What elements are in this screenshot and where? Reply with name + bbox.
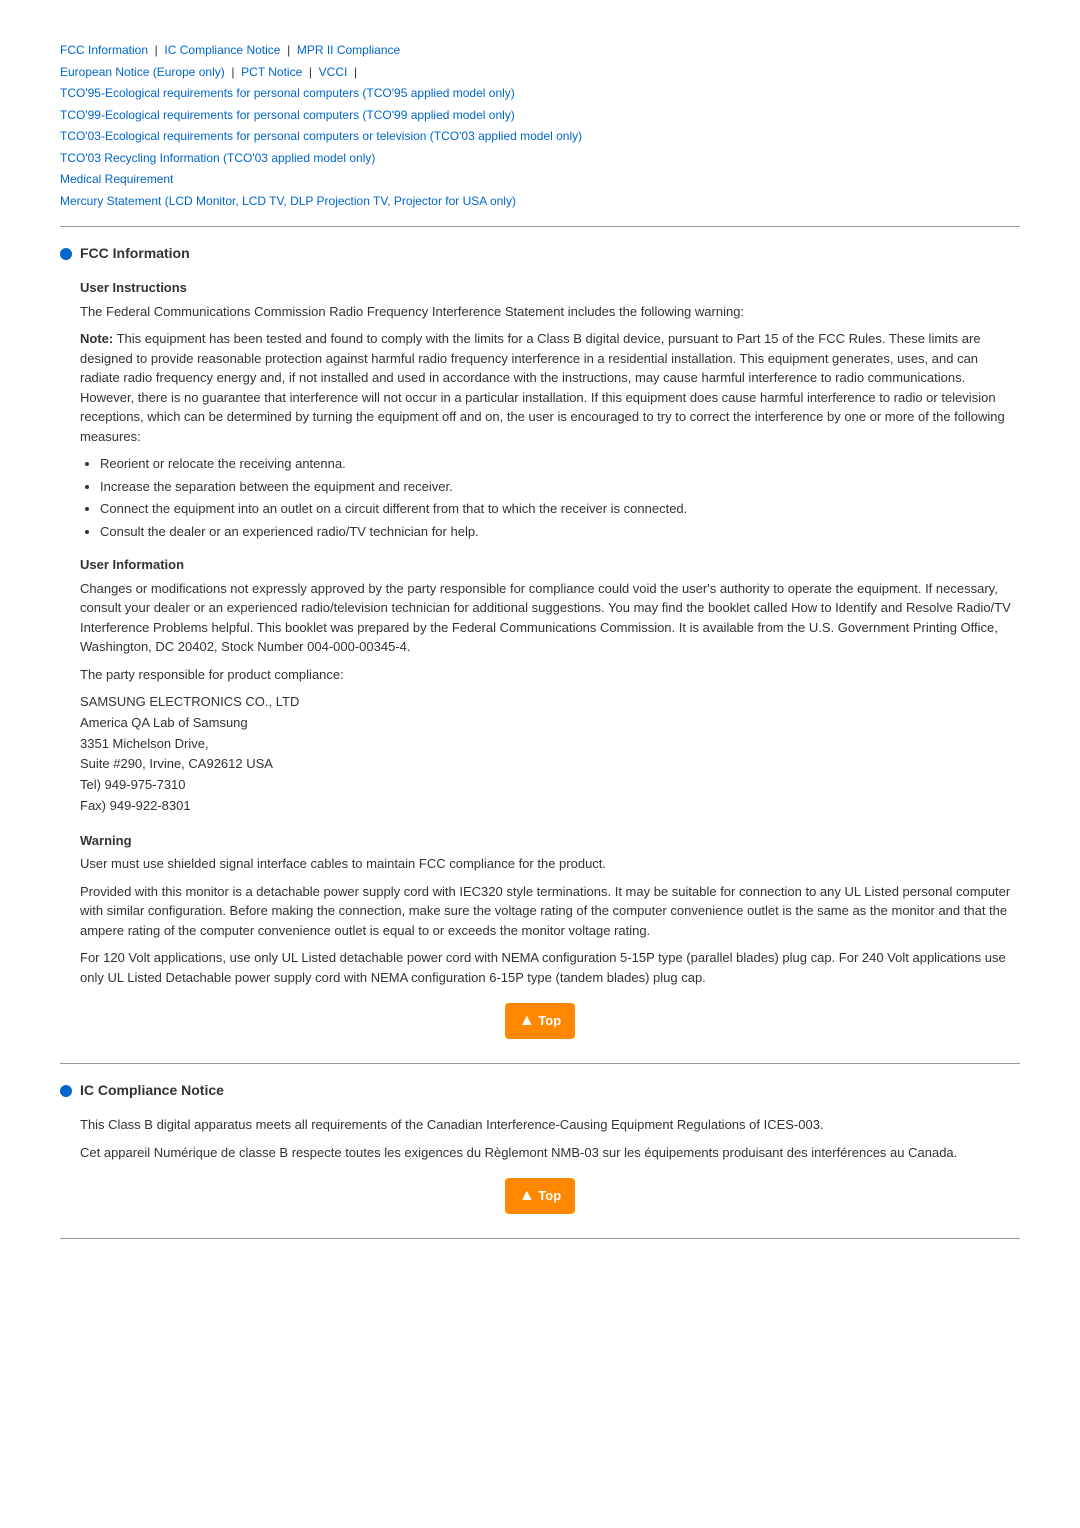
bottom-divider [60, 1238, 1020, 1239]
bullet-3: Connect the equipment into an outlet on … [100, 499, 1020, 519]
nav-vcci[interactable]: VCCI [319, 65, 348, 79]
bullet-list: Reorient or relocate the receiving anten… [100, 454, 1020, 541]
fcc-top-button-container: ▲ Top [60, 1003, 1020, 1039]
ic-section: IC Compliance Notice This Class B digita… [60, 1080, 1020, 1214]
user-information-block: User Information Changes or modification… [80, 555, 1020, 817]
ic-bullet [60, 1085, 72, 1097]
warning-block: Warning User must use shielded signal in… [80, 831, 1020, 988]
bullet-2: Increase the separation between the equi… [100, 477, 1020, 497]
ic-para1: This Class B digital apparatus meets all… [80, 1115, 1020, 1135]
note-rest: This equipment has been tested and found… [80, 331, 1005, 444]
bullet-4: Consult the dealer or an experienced rad… [100, 522, 1020, 542]
user-instructions-para1: The Federal Communications Commission Ra… [80, 302, 1020, 322]
note-label: Note: [80, 331, 113, 346]
nav-container: FCC Information | IC Compliance Notice |… [60, 40, 1020, 210]
fcc-top-button[interactable]: ▲ Top [505, 1003, 575, 1039]
top-arrow-icon: ▲ [519, 1012, 535, 1029]
fcc-header: FCC Information [60, 243, 1020, 264]
ic-content: This Class B digital apparatus meets all… [80, 1115, 1020, 1162]
warning-para3: For 120 Volt applications, use only UL L… [80, 948, 1020, 987]
fcc-title: FCC Information [80, 243, 190, 264]
top-divider [60, 226, 1020, 227]
nav-tco95[interactable]: TCO'95-Ecological requirements for perso… [60, 86, 515, 100]
ic-para2: Cet appareil Numérique de classe B respe… [80, 1143, 1020, 1163]
warning-title: Warning [80, 831, 1020, 851]
user-information-title: User Information [80, 555, 1020, 575]
ic-top-button-container: ▲ Top [60, 1178, 1020, 1214]
address-line-6: Fax) 949-922-8301 [80, 796, 1020, 817]
user-information-para1: Changes or modifications not expressly a… [80, 579, 1020, 657]
nav-ic-compliance[interactable]: IC Compliance Notice [164, 43, 280, 57]
fcc-section: FCC Information User Instructions The Fe… [60, 243, 1020, 1039]
bullet-1: Reorient or relocate the receiving anten… [100, 454, 1020, 474]
mid-divider [60, 1063, 1020, 1064]
nav-mercury[interactable]: Mercury Statement (LCD Monitor, LCD TV, … [60, 194, 516, 208]
address-line-1: SAMSUNG ELECTRONICS CO., LTD [80, 692, 1020, 713]
ic-top-button[interactable]: ▲ Top [505, 1178, 575, 1214]
top-arrow-icon-2: ▲ [519, 1187, 535, 1204]
nav-line-1: FCC Information | IC Compliance Notice |… [60, 40, 1020, 210]
address-line-5: Tel) 949-975-7310 [80, 775, 1020, 796]
user-instructions-block: User Instructions The Federal Communicat… [80, 278, 1020, 541]
nav-medical[interactable]: Medical Requirement [60, 172, 173, 186]
user-information-para2: The party responsible for product compli… [80, 665, 1020, 685]
warning-para2: Provided with this monitor is a detachab… [80, 882, 1020, 941]
address-line-4: Suite #290, Irvine, CA92612 USA [80, 754, 1020, 775]
warning-para1: User must use shielded signal interface … [80, 854, 1020, 874]
ic-title: IC Compliance Notice [80, 1080, 224, 1101]
nav-european[interactable]: European Notice (Europe only) [60, 65, 225, 79]
address-line-2: America QA Lab of Samsung [80, 713, 1020, 734]
nav-mpr[interactable]: MPR II Compliance [297, 43, 400, 57]
ic-header: IC Compliance Notice [60, 1080, 1020, 1101]
user-instructions-title: User Instructions [80, 278, 1020, 298]
user-instructions-para2: Note: This equipment has been tested and… [80, 329, 1020, 446]
address-block: SAMSUNG ELECTRONICS CO., LTD America QA … [80, 692, 1020, 817]
nav-pct[interactable]: PCT Notice [241, 65, 302, 79]
address-line-3: 3351 Michelson Drive, [80, 734, 1020, 755]
nav-fcc-info[interactable]: FCC Information [60, 43, 148, 57]
fcc-bullet [60, 248, 72, 260]
nav-tco03[interactable]: TCO'03-Ecological requirements for perso… [60, 129, 582, 143]
nav-tco99[interactable]: TCO'99-Ecological requirements for perso… [60, 108, 515, 122]
nav-tco03-recycling[interactable]: TCO'03 Recycling Information (TCO'03 app… [60, 151, 375, 165]
